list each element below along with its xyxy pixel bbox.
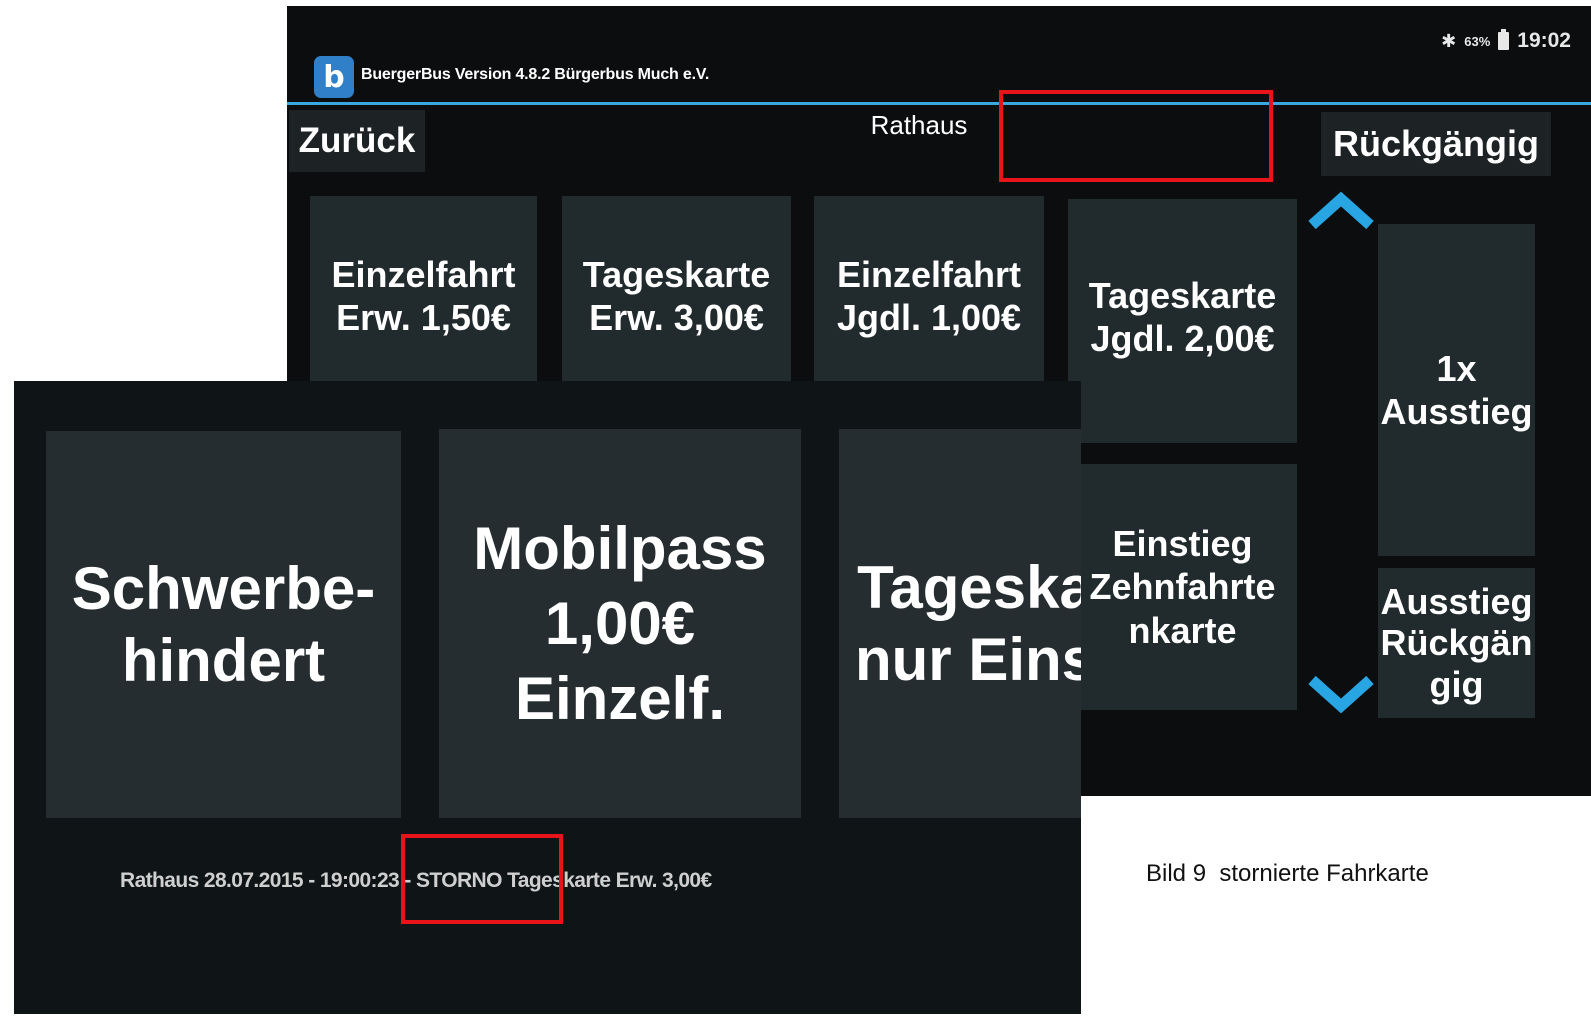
- battery-icon: [1498, 29, 1510, 50]
- ticket-button-day-adult[interactable]: Tageskarte Erw. 3,00€: [562, 196, 791, 396]
- ticket-button-single-adult[interactable]: Einzelfahrt Erw. 1,50€: [310, 196, 537, 396]
- app-title: BuergerBus Version 4.8.2 Bürgerbus Much …: [361, 66, 710, 83]
- ticket-button-mobilpass[interactable]: Mobilpass 1,00€ Einzelf.: [439, 429, 801, 818]
- ticket-button-disabled[interactable]: Schwerbe- hindert: [46, 431, 401, 818]
- exit-once-button[interactable]: 1x Ausstieg: [1378, 224, 1535, 556]
- ticket-button-day-youth[interactable]: Tageskarte Jgdl. 2,00€: [1068, 199, 1297, 443]
- undo-button[interactable]: Rückgängig: [1321, 112, 1551, 176]
- ticket-button-single-youth[interactable]: Einzelfahrt Jgdl. 1,00€: [814, 196, 1044, 396]
- highlight-storno: [401, 834, 563, 924]
- ticket-button-ten-ride-boarding[interactable]: Einstieg Zehnfahrte nkarte: [1068, 464, 1297, 710]
- exit-undo-button[interactable]: Ausstieg Rückgän gig: [1378, 568, 1535, 718]
- back-button[interactable]: Zurück: [289, 110, 425, 172]
- figure-caption: Bild 9 stornierte Fahrkarte: [1146, 860, 1429, 887]
- app-logo-icon: b: [314, 56, 354, 98]
- stop-name: Rathaus: [870, 110, 968, 140]
- chevron-down-icon[interactable]: [1306, 674, 1376, 716]
- battery-percent: 63%: [1464, 33, 1491, 49]
- highlight-undo-button: [999, 90, 1273, 182]
- clock: 19:02: [1517, 29, 1571, 52]
- chevron-up-icon[interactable]: [1306, 189, 1376, 231]
- app-header: b BuergerBus Version 4.8.2 Bürgerbus Muc…: [287, 52, 1591, 105]
- bluetooth-icon: ✱: [1441, 30, 1457, 51]
- ticket-button-day-boarding-only[interactable]: Tageska nur Eins: [839, 429, 1081, 818]
